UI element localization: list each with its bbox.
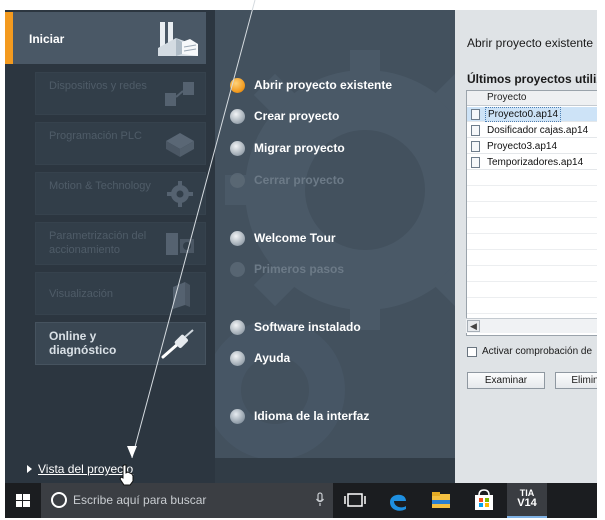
menu-label: Welcome Tour [254,231,336,245]
tia-portal-icon: TIA V14 [515,488,539,512]
browse-button[interactable]: Examinar [467,372,545,389]
start-factory-icon [158,22,198,56]
menu-label: Primeros pasos [254,262,345,276]
bullet-icon [230,141,245,156]
motion-gear-icon [167,181,193,207]
file-icon [471,109,480,120]
panel-title: Abrir proyecto existente [467,36,594,50]
list-item[interactable]: Proyecto3.ap14 [467,139,597,154]
bullet-icon [230,262,245,277]
devices-networks-icon [165,82,194,106]
bullet-icon [230,231,245,246]
screen: Iniciar Dispositivos y redes Programació… [0,0,605,520]
list-item[interactable]: Proyecto0.ap14 [467,107,597,122]
file-icon [471,125,480,136]
microphone-icon[interactable] [315,492,325,508]
selected-bullet-icon [230,78,245,93]
bullet-icon [230,173,245,188]
empty-row [467,203,597,218]
active-indicator [5,12,13,64]
task-view-icon[interactable] [335,483,375,518]
nav-motion-technology: Motion & Technology [35,172,206,215]
bullet-icon [230,109,245,124]
delete-button[interactable]: Elimin [555,372,597,389]
nav-visualization: Visualización [35,272,206,315]
taskbar-search-box[interactable]: Escribe aquí para buscar [41,483,333,518]
nav-start[interactable]: Iniciar [5,12,206,64]
menu-label: Idioma de la interfaz [254,409,370,423]
store-icon[interactable] [464,483,504,518]
column-header-project[interactable]: Proyecto [467,91,597,106]
hand-cursor-icon [119,464,134,486]
plc-programming-icon [166,133,194,157]
portal-navigation: Iniciar Dispositivos y redes Programació… [5,10,215,483]
menu-label: Ayuda [254,351,291,365]
nav-devices-networks: Dispositivos y redes [35,72,206,115]
menu-label: Crear proyecto [254,109,340,123]
nav-motion-technology-label: Motion & Technology [49,180,151,192]
start-actions-panel: Abrir proyecto existente Crear proyecto … [215,10,455,483]
windows-start-icon[interactable] [5,483,41,518]
nav-plc-programming-label: Programación PLC [49,130,142,142]
bullet-icon [230,320,245,335]
windows-taskbar: Escribe aquí para buscar TIA V14 [5,483,597,518]
checkbox-label: Activar comprobación de [482,346,593,357]
menu-label: Abrir proyecto existente [254,78,393,92]
nav-drive-parametrization-label: Parametrización del accionamiento [49,230,147,256]
empty-row [467,171,597,186]
open-project-panel: Abrir proyecto existente Últimos proyect… [455,10,597,483]
globe-icon [230,409,245,424]
project-name: Temporizadores.ap14 [487,157,584,168]
nav-plc-programming: Programación PLC [35,122,206,165]
file-explorer-icon[interactable] [421,483,461,518]
search-placeholder: Escribe aquí para buscar [73,493,207,507]
recent-projects-title: Últimos proyectos utiliz [467,72,597,86]
nav-start-label: Iniciar [29,32,65,46]
file-icon [471,141,480,152]
empty-row [467,267,597,282]
menu-label: Cerrar proyecto [254,173,345,187]
empty-row [467,251,597,266]
center-footer [215,458,455,483]
empty-row [467,219,597,234]
menu-label: Migrar proyecto [254,141,345,155]
recent-projects-list: Proyecto Proyecto0.ap14 Dosificador caja… [466,90,597,336]
checkbox[interactable] [467,347,477,357]
cortana-icon [51,492,67,508]
project-name: Dosificador cajas.ap14 [487,125,589,136]
nav-online-diagnostics-label: Online y diagnóstico [49,329,117,357]
scroll-left-icon[interactable]: ◀ [467,320,480,332]
list-item[interactable]: Dosificador cajas.ap14 [467,123,597,138]
visualization-icon [173,282,190,309]
online-diagnostics-icon [161,329,194,359]
project-name: Proyecto0.ap14 [485,107,562,122]
drive-parameter-icon [166,233,194,255]
bullet-icon [230,351,245,366]
expand-triangle-icon [27,465,32,473]
horizontal-scrollbar[interactable]: ◀ [466,318,597,333]
tia-portal-taskbar-button[interactable]: TIA V14 [507,483,547,518]
project-name: Proyecto3.ap14 [487,141,558,152]
empty-row [467,235,597,250]
tia-version: V14 [517,497,537,509]
empty-row [467,299,597,314]
nav-visualization-label: Visualización [49,288,114,300]
list-item[interactable]: Temporizadores.ap14 [467,155,597,170]
menu-label: Software instalado [254,320,361,334]
empty-row [467,187,597,202]
nav-drive-parametrization: Parametrización del accionamiento [35,222,206,265]
nav-online-diagnostics[interactable]: Online y diagnóstico [35,322,206,365]
empty-row [467,283,597,298]
edge-browser-icon[interactable] [378,483,418,518]
tia-portal-window: Iniciar Dispositivos y redes Programació… [5,10,597,483]
nav-devices-networks-label: Dispositivos y redes [49,80,147,92]
file-icon [471,157,480,168]
